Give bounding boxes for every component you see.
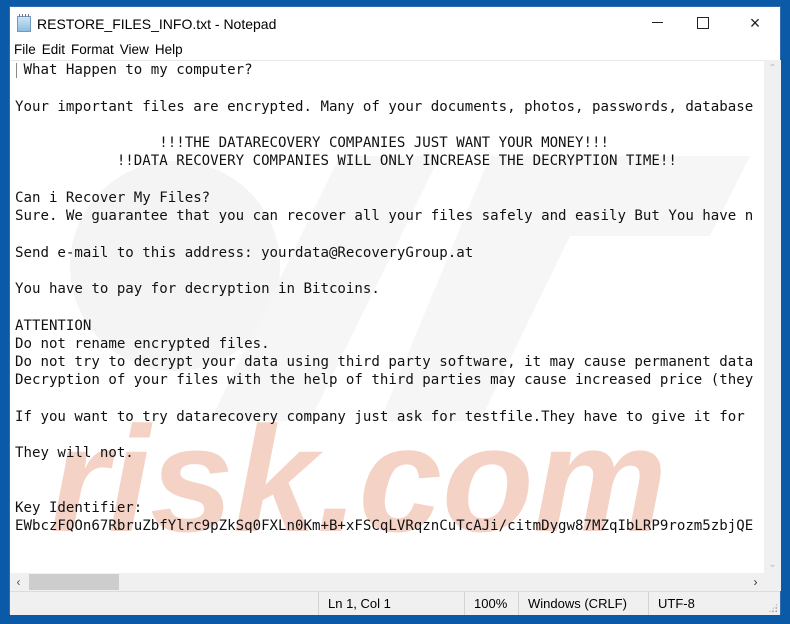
title-bar[interactable]: RESTORE_FILES_INFO.txt - Notepad × xyxy=(10,7,780,40)
minimize-icon xyxy=(651,22,663,23)
window-title: RESTORE_FILES_INFO.txt - Notepad xyxy=(37,16,277,32)
scroll-down-icon[interactable]: ⌄ xyxy=(764,556,781,573)
scrollbar-corner xyxy=(764,573,781,591)
menu-format[interactable]: Format xyxy=(68,40,117,60)
vertical-scrollbar[interactable]: ⌃ ⌄ xyxy=(764,60,781,573)
scroll-up-icon[interactable]: ⌃ xyxy=(764,60,781,77)
status-bar: Ln 1, Col 1 100% Windows (CRLF) UTF-8 xyxy=(10,591,780,615)
menu-file[interactable]: File xyxy=(10,40,39,60)
close-button[interactable]: × xyxy=(732,7,778,38)
maximize-icon xyxy=(697,16,709,29)
scroll-left-icon[interactable]: ‹ xyxy=(10,573,27,591)
status-encoding: UTF-8 xyxy=(648,592,764,615)
status-cursor-position: Ln 1, Col 1 xyxy=(318,592,464,615)
notepad-app-icon xyxy=(17,14,31,32)
status-line-ending: Windows (CRLF) xyxy=(518,592,648,615)
status-zoom: 100% xyxy=(464,592,518,615)
scroll-right-icon[interactable]: › xyxy=(747,573,764,591)
maximize-button[interactable] xyxy=(680,7,726,38)
horizontal-scrollbar[interactable]: ‹ › xyxy=(10,573,764,591)
menu-edit[interactable]: Edit xyxy=(39,40,68,60)
menu-view[interactable]: View xyxy=(117,40,152,60)
close-icon: × xyxy=(749,12,761,33)
minimize-button[interactable] xyxy=(634,7,680,38)
menu-bar: File Edit Format View Help xyxy=(10,40,780,60)
menu-help[interactable]: Help xyxy=(152,40,186,60)
document-text[interactable]: What Happen to my computer? Your importa… xyxy=(15,61,753,536)
text-editor[interactable]: risk.com What Happen to my computer? You… xyxy=(10,60,764,574)
resize-grip-icon[interactable] xyxy=(768,603,778,613)
notepad-window: RESTORE_FILES_INFO.txt - Notepad × File … xyxy=(9,6,781,615)
horizontal-scroll-thumb[interactable] xyxy=(29,574,119,590)
